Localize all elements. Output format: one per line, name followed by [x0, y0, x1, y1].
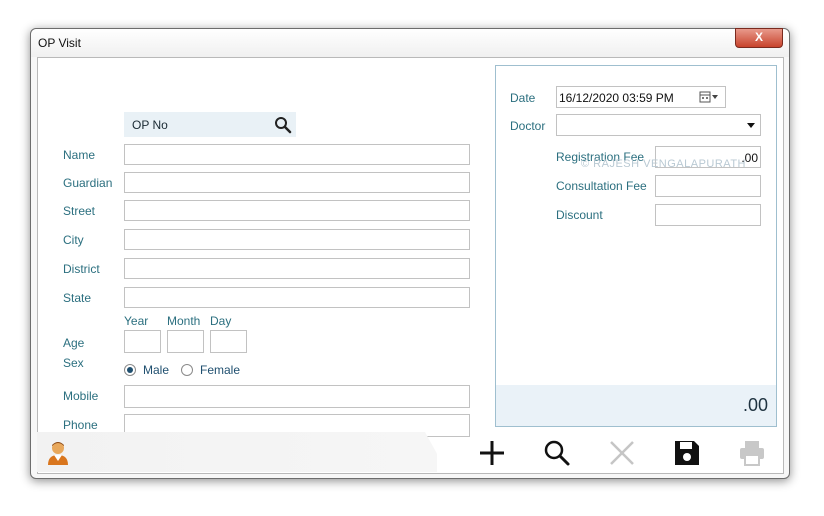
discount-field[interactable] [655, 204, 761, 226]
date-picker[interactable]: 16/12/2020 03:59 PM [556, 86, 726, 108]
total-bar: .00 [496, 385, 776, 426]
window-title: OP Visit [38, 36, 81, 50]
chevron-down-icon[interactable] [747, 123, 755, 128]
age-year-field[interactable] [124, 330, 161, 353]
female-radio[interactable] [181, 364, 193, 376]
consultation-fee-field[interactable] [655, 175, 761, 197]
search-icon[interactable] [274, 116, 292, 134]
title-bar: OP Visit X [31, 28, 789, 57]
watermark: © RAJESH VENGALAPURATH [581, 158, 746, 170]
delete-icon[interactable] [607, 438, 637, 468]
opno-search-box[interactable]: OP No [124, 112, 296, 137]
footer-toolbar [37, 432, 782, 472]
age-label: Age [63, 336, 85, 350]
doctor-select[interactable] [556, 114, 761, 136]
district-label: District [63, 262, 100, 276]
form-area: OP No Name Guardian Street City District… [37, 57, 784, 474]
street-label: Street [63, 204, 96, 218]
age-day-field[interactable] [210, 330, 247, 353]
date-value: 16/12/2020 03:59 PM [559, 91, 674, 105]
opno-placeholder: OP No [132, 118, 168, 132]
calendar-icon[interactable] [699, 91, 719, 103]
sex-label: Sex [63, 356, 84, 370]
age-day-label: Day [210, 314, 232, 328]
phone-label: Phone [63, 418, 98, 432]
age-month-label: Month [167, 314, 201, 328]
op-visit-window: OP Visit X OP No Name Guardian Street Ci… [30, 28, 790, 479]
name-label: Name [63, 148, 96, 162]
consultation-fee-label: Consultation Fee [556, 179, 647, 193]
search-icon[interactable] [542, 438, 572, 468]
female-radio-label[interactable]: Female [200, 363, 240, 377]
doctor-label: Doctor [510, 119, 546, 133]
guardian-field[interactable] [124, 172, 470, 193]
city-label: City [63, 233, 84, 247]
guardian-label: Guardian [63, 176, 113, 190]
add-icon[interactable] [477, 438, 507, 468]
footer-shade [37, 432, 437, 472]
street-field[interactable] [124, 200, 470, 221]
male-radio-label[interactable]: Male [143, 363, 169, 377]
city-field[interactable] [124, 229, 470, 250]
mobile-field[interactable] [124, 385, 470, 408]
state-field[interactable] [124, 287, 470, 308]
close-button[interactable]: X [735, 28, 783, 48]
discount-label: Discount [556, 208, 603, 222]
billing-panel: Date 16/12/2020 03:59 PM Doctor Registra… [495, 65, 777, 427]
name-field[interactable] [124, 144, 470, 165]
save-icon[interactable] [672, 438, 702, 468]
male-radio[interactable] [124, 364, 136, 376]
state-label: State [63, 291, 92, 305]
print-icon[interactable] [737, 438, 767, 468]
age-month-field[interactable] [167, 330, 204, 353]
total-amount: .00 [742, 395, 768, 415]
age-year-label: Year [124, 314, 149, 328]
district-field[interactable] [124, 258, 470, 279]
date-label: Date [510, 91, 536, 105]
user-icon[interactable] [46, 440, 70, 466]
mobile-label: Mobile [63, 389, 99, 403]
